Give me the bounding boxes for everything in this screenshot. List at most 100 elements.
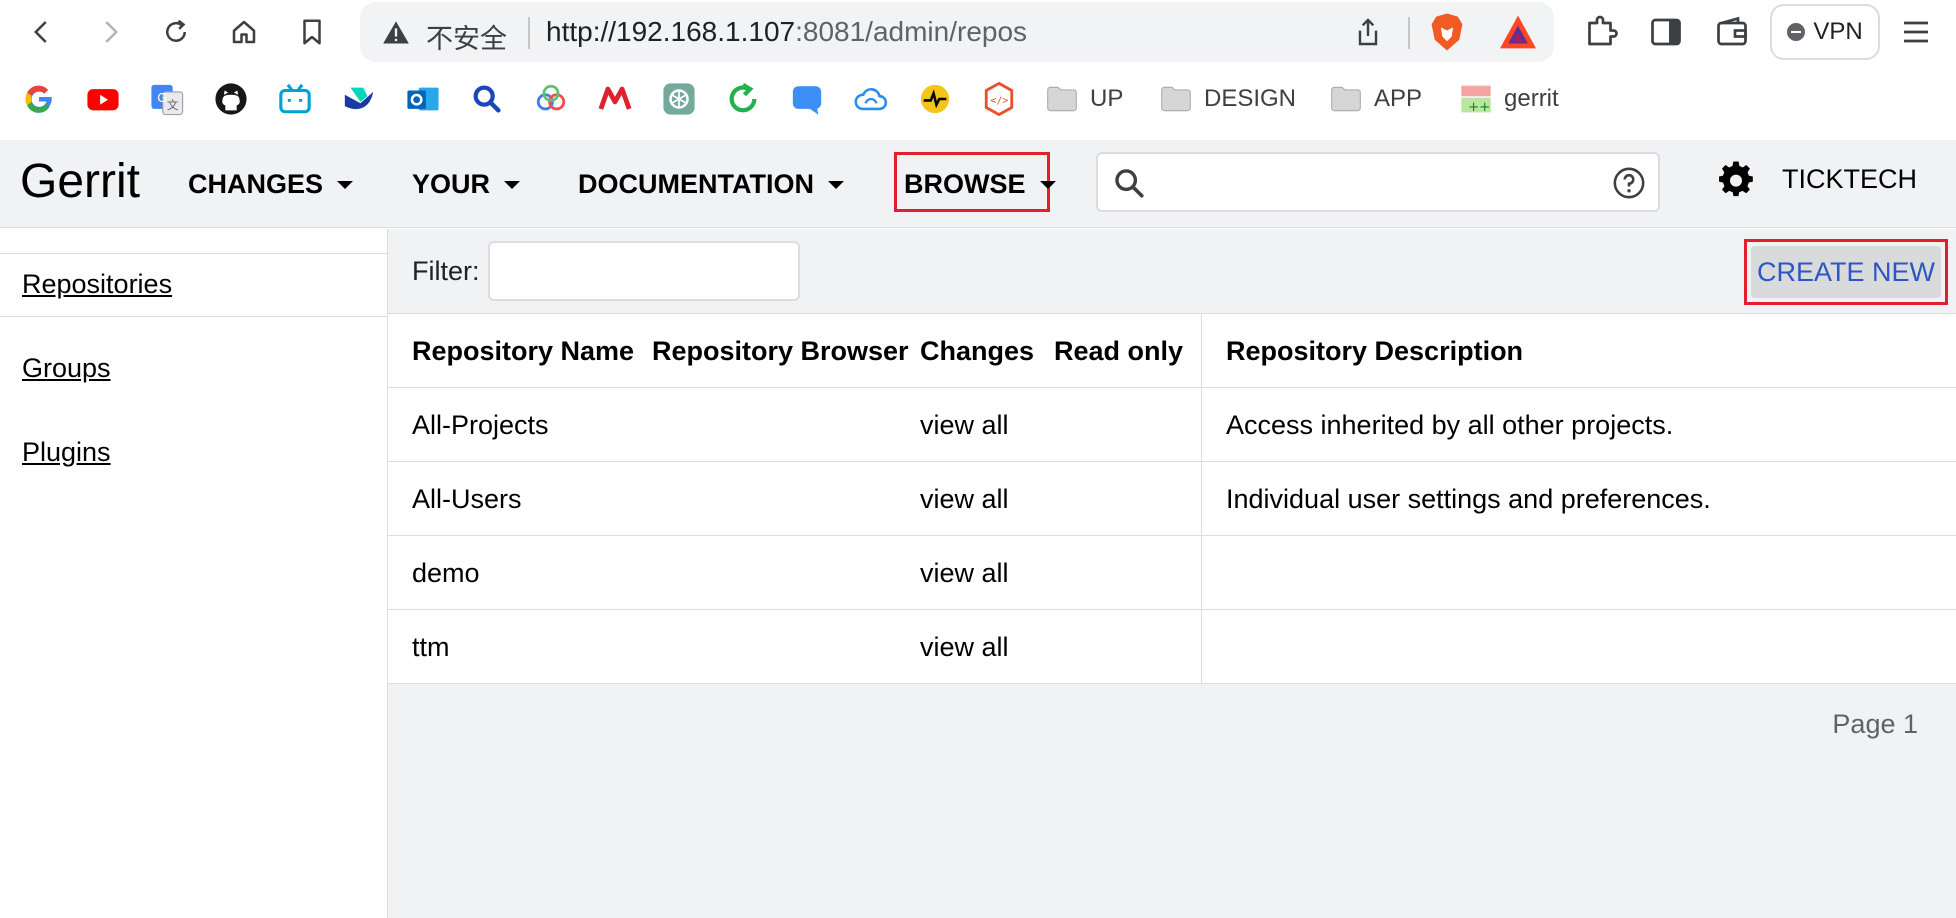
folder-icon	[1047, 86, 1077, 112]
table-row: All-Projects view all Access inherited b…	[388, 388, 1956, 462]
monitor-app-icon[interactable]	[918, 82, 952, 116]
bookmark-folder-label: DESIGN	[1204, 85, 1297, 112]
google-translate-icon[interactable]: G文	[150, 82, 184, 116]
column-header-changes: Changes	[920, 335, 1035, 366]
view-all-changes-link[interactable]: view all	[920, 462, 1009, 536]
back-button[interactable]	[22, 10, 62, 54]
bookmark-folder-app[interactable]: APP	[1330, 80, 1422, 118]
feishu-icon[interactable]	[342, 82, 376, 116]
url-host: http://192.168.1.107	[546, 16, 796, 47]
search-engine-icon[interactable]	[470, 82, 504, 116]
search-input[interactable]	[1158, 162, 1588, 202]
browser-chrome: 不安全 http://192.168.1.107:8081/admin/repo…	[0, 0, 1956, 140]
view-all-changes-link[interactable]: view all	[920, 388, 1009, 462]
baidu-netdisk-icon[interactable]	[534, 82, 568, 116]
user-account[interactable]: TICKTECH	[1782, 164, 1917, 195]
reload-icon	[166, 19, 186, 42]
sidebar-item-repositories[interactable]: Repositories	[22, 269, 172, 300]
brave-shields-icon[interactable]	[1428, 12, 1466, 52]
menu-browse-label: BROWSE	[904, 168, 1026, 199]
menu-changes[interactable]: CHANGES	[188, 164, 354, 204]
svg-text:++: ++	[1468, 100, 1490, 115]
bookmark-folder-up[interactable]: UP	[1046, 80, 1123, 118]
share-icon[interactable]	[1352, 16, 1384, 48]
code-app-icon[interactable]: </>	[982, 82, 1016, 116]
address-bar[interactable]: 不安全 http://192.168.1.107:8081/admin/repo…	[360, 2, 1554, 62]
filter-input[interactable]	[488, 241, 800, 301]
menu-documentation-label: DOCUMENTATION	[578, 168, 814, 199]
url-separator-2	[1408, 17, 1410, 49]
sidebar-item-plugins[interactable]: Plugins	[22, 437, 111, 468]
bookmark-button[interactable]	[292, 10, 332, 54]
table-header-row: Repository Name Repository Browser Chang…	[388, 314, 1956, 388]
repo-name-link[interactable]: All-Users	[412, 462, 522, 536]
refresh-app-icon[interactable]	[726, 82, 760, 116]
gear-icon[interactable]	[1716, 160, 1756, 200]
table-row: All-Users view all Individual user setti…	[388, 462, 1956, 536]
view-all-changes-link[interactable]: view all	[920, 536, 1009, 610]
brave-rewards-icon[interactable]	[1498, 14, 1538, 50]
column-header-name: Repository Name	[412, 335, 635, 366]
caret-down-icon	[504, 181, 521, 189]
github-icon[interactable]	[214, 82, 248, 116]
menu-your[interactable]: YOUR	[412, 164, 521, 204]
repo-name-link[interactable]: All-Projects	[412, 388, 549, 462]
help-icon[interactable]	[1612, 166, 1646, 200]
chat-app-icon[interactable]	[790, 82, 824, 116]
chatgpt-icon[interactable]	[662, 82, 696, 116]
bookmark-gerrit-label: gerrit	[1504, 85, 1559, 112]
repos-main: Filter: CREATE NEW Repository Name Repos…	[388, 229, 1956, 918]
menu-your-label: YOUR	[412, 168, 491, 199]
menu-documentation[interactable]: DOCUMENTATION	[578, 164, 844, 204]
youtube-icon[interactable]	[86, 82, 120, 116]
view-all-changes-link[interactable]: view all	[920, 610, 1009, 684]
google-icon[interactable]	[22, 82, 56, 116]
page-indicator: Page 1	[1832, 709, 1918, 739]
cloud-icon[interactable]	[854, 82, 888, 116]
chevron-left-icon	[33, 21, 47, 43]
bookmark-folder-design[interactable]: DESIGN	[1160, 80, 1296, 118]
caret-down-icon	[1039, 181, 1056, 189]
svg-text:</>: </>	[991, 95, 1009, 106]
column-header-readonly: Read only	[1054, 335, 1184, 366]
create-new-button[interactable]: CREATE NEW	[1751, 246, 1941, 298]
admin-sidebar: Repositories Groups Plugins	[0, 229, 388, 918]
menu-browse[interactable]: BROWSE	[904, 164, 1056, 204]
forward-button[interactable]	[90, 10, 130, 54]
bookmark-gerrit[interactable]: ++ gerrit	[1460, 80, 1559, 118]
folder-icon	[1331, 86, 1361, 112]
column-header-browser: Repository Browser	[652, 335, 909, 366]
bookmark-folder-label: UP	[1090, 85, 1124, 112]
gerrit-logo[interactable]: Gerrit	[20, 154, 140, 209]
repo-name-link[interactable]: ttm	[412, 610, 450, 684]
vpn-label: VPN	[1813, 18, 1863, 45]
reload-button[interactable]	[156, 10, 196, 54]
search-icon	[1115, 169, 1144, 198]
bookmark-folder-label: APP	[1374, 85, 1423, 112]
warning-icon[interactable]	[382, 19, 410, 47]
bookmark-icon	[303, 19, 321, 45]
outlook-icon[interactable]	[406, 82, 440, 116]
repos-table: Repository Name Repository Browser Chang…	[388, 313, 1956, 684]
url-separator	[528, 17, 530, 49]
url-path: :8081/admin/repos	[795, 16, 1028, 47]
extensions-icon[interactable]	[1582, 14, 1618, 50]
folder-icon	[1161, 86, 1191, 112]
menu-changes-label: CHANGES	[188, 168, 324, 199]
url-text[interactable]: http://192.168.1.107:8081/admin/repos	[546, 16, 1027, 48]
svg-text:G: G	[157, 91, 167, 106]
bilibili-icon[interactable]	[278, 82, 312, 116]
column-header-description: Repository Description	[1226, 335, 1524, 366]
repo-description: Access inherited by all other projects.	[1226, 409, 1674, 440]
filter-label: Filter:	[412, 256, 480, 286]
home-button[interactable]	[224, 10, 264, 54]
sidebar-toggle-icon[interactable]	[1648, 14, 1684, 50]
vpn-button[interactable]: VPN	[1770, 4, 1880, 60]
sidebar-item-groups[interactable]: Groups	[22, 353, 111, 384]
table-row: demo view all	[388, 536, 1956, 610]
gmail-style-icon[interactable]	[598, 82, 632, 116]
wallet-icon[interactable]	[1714, 14, 1750, 50]
repo-name-link[interactable]: demo	[412, 536, 480, 610]
svg-text:文: 文	[167, 98, 178, 112]
menu-icon[interactable]	[1898, 14, 1934, 50]
